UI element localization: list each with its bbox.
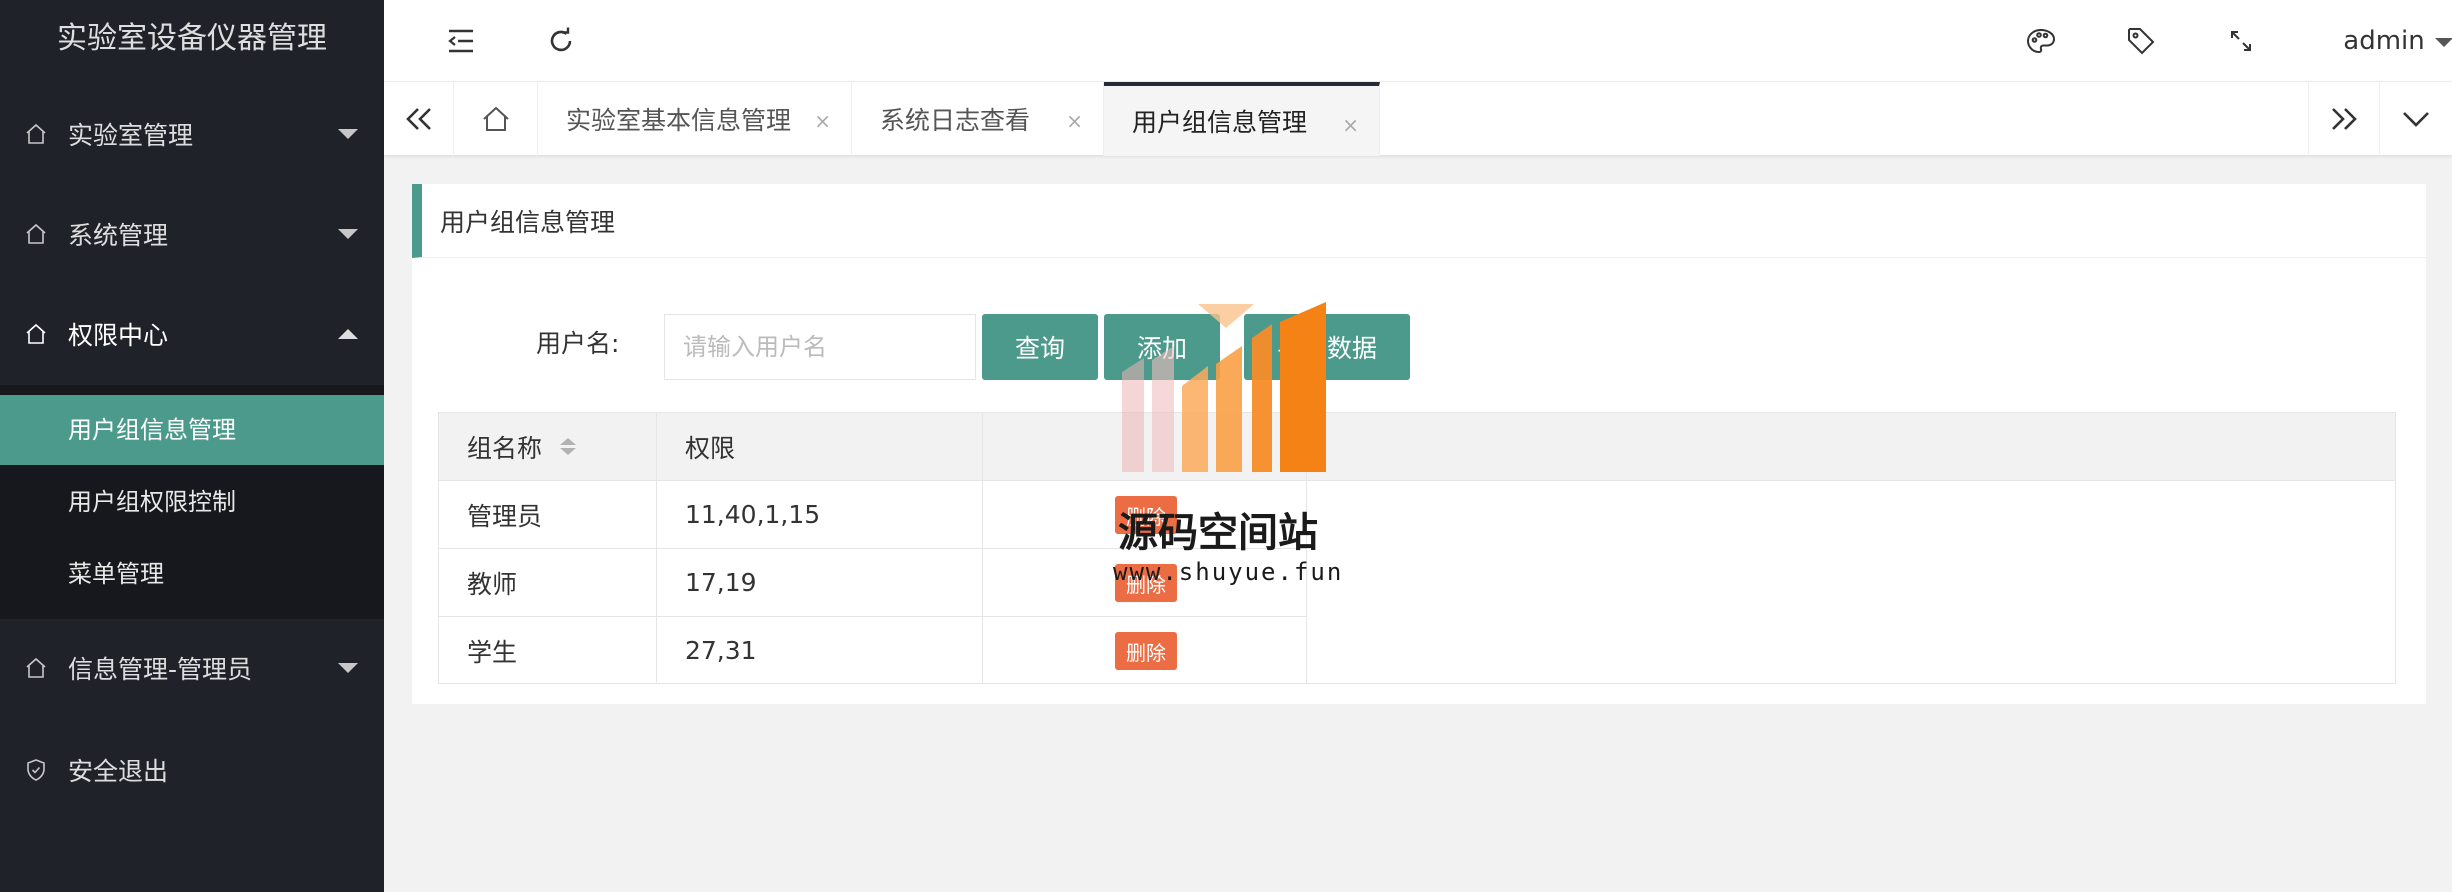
username-search-input[interactable]	[664, 314, 976, 380]
sidebar-item-permission-center[interactable]: 权限中心	[0, 284, 384, 384]
sidebar-submenu: 用户组信息管理 用户组权限控制 菜单管理	[0, 385, 384, 619]
menu-fold-icon[interactable]	[436, 0, 486, 82]
caret-down-icon	[2434, 38, 2452, 47]
tabs-bar: 实验室基本信息管理 × 系统日志查看 × 用户组信息管理 ×	[384, 82, 2452, 156]
sort-icon[interactable]	[560, 438, 577, 455]
home-icon	[0, 656, 68, 680]
tab-system-log[interactable]: 系统日志查看 ×	[852, 82, 1104, 156]
tabs-menu-chevron-down-icon[interactable]	[2380, 82, 2452, 156]
watermark-text: 源码空间站	[1118, 510, 1318, 556]
close-icon[interactable]: ×	[1342, 113, 1359, 137]
table-row: 学生 27,31 删除	[439, 617, 1307, 685]
sidebar-item-label: 信息管理-管理员	[68, 655, 253, 684]
refresh-icon[interactable]	[536, 0, 586, 82]
caret-down-icon	[338, 129, 358, 139]
sidebar-item-label: 权限中心	[68, 321, 169, 350]
watermark-url: www.shuyue.fun	[1113, 558, 1344, 586]
home-icon	[0, 122, 68, 146]
query-button[interactable]: 查询	[982, 314, 1098, 380]
delete-button[interactable]: 删除	[1115, 632, 1177, 670]
home-icon	[0, 322, 68, 346]
cell-permission: 11,40,1,15	[657, 481, 983, 548]
sidebar-item-lab-management[interactable]: 实验室管理	[0, 84, 384, 184]
sidebar-item-logout[interactable]: 安全退出	[0, 720, 384, 820]
cell-group-name: 教师	[439, 549, 657, 616]
palette-icon[interactable]	[2016, 0, 2066, 82]
home-icon	[0, 222, 68, 246]
caret-up-icon	[338, 329, 358, 339]
sidebar-item-system-management[interactable]: 系统管理	[0, 184, 384, 284]
tab-user-group-info[interactable]: 用户组信息管理 ×	[1104, 82, 1380, 156]
sidebar-item-label: 实验室管理	[68, 121, 194, 150]
watermark-logo	[1122, 302, 1326, 472]
cell-group-name: 管理员	[439, 481, 657, 548]
sidebar-item-label: 安全退出	[68, 757, 169, 786]
user-menu[interactable]: admin	[2343, 0, 2452, 82]
tab-lab-basic-info[interactable]: 实验室基本信息管理 ×	[538, 82, 852, 156]
cell-group-name: 学生	[439, 617, 657, 684]
sidebar: 实验室设备仪器管理 实验室管理 系统管理 权限中心 用户组信息管理 用户组权限控…	[0, 0, 384, 892]
column-header-permission: 权限	[657, 413, 983, 480]
top-header: admin	[384, 0, 2452, 82]
shield-check-icon	[0, 758, 68, 782]
tabs-scroll-right-icon[interactable]	[2308, 82, 2380, 156]
username-field-label: 用户名:	[536, 329, 620, 358]
tab-label: 系统日志查看	[880, 106, 1031, 135]
caret-down-icon	[338, 229, 358, 239]
content-card: 用户组信息管理 用户名: 查询 添加 导出数据 组名称 权限 管理员 11,40…	[412, 184, 2426, 704]
tab-label: 实验室基本信息管理	[566, 106, 792, 135]
fullscreen-icon[interactable]	[2216, 0, 2266, 82]
tab-label: 用户组信息管理	[1132, 108, 1308, 137]
cell-permission: 27,31	[657, 617, 983, 684]
sidebar-item-info-management-admin[interactable]: 信息管理-管理员	[0, 618, 384, 718]
user-group-table: 组名称 权限 管理员 11,40,1,15 删除 教师 17,19 删除 学生 …	[438, 412, 2396, 684]
tab-home-icon[interactable]	[454, 82, 538, 156]
username-label: admin	[2343, 26, 2425, 56]
caret-down-icon	[338, 663, 358, 673]
tag-icon[interactable]	[2116, 0, 2166, 82]
table-header: 组名称 权限	[439, 413, 2395, 481]
app-logo-title: 实验室设备仪器管理	[57, 21, 327, 56]
close-icon[interactable]: ×	[814, 109, 831, 133]
submenu-item-menu-management[interactable]: 菜单管理	[0, 539, 384, 609]
column-header-group-name[interactable]: 组名称	[439, 413, 657, 480]
sidebar-item-label: 系统管理	[68, 221, 169, 250]
page-title: 用户组信息管理	[412, 184, 2426, 258]
submenu-item-user-group-permission[interactable]: 用户组权限控制	[0, 467, 384, 537]
cell-permission: 17,19	[657, 549, 983, 616]
close-icon[interactable]: ×	[1066, 109, 1083, 133]
tabs-scroll-left-icon[interactable]	[384, 82, 454, 156]
submenu-item-user-group-info[interactable]: 用户组信息管理	[0, 395, 384, 465]
